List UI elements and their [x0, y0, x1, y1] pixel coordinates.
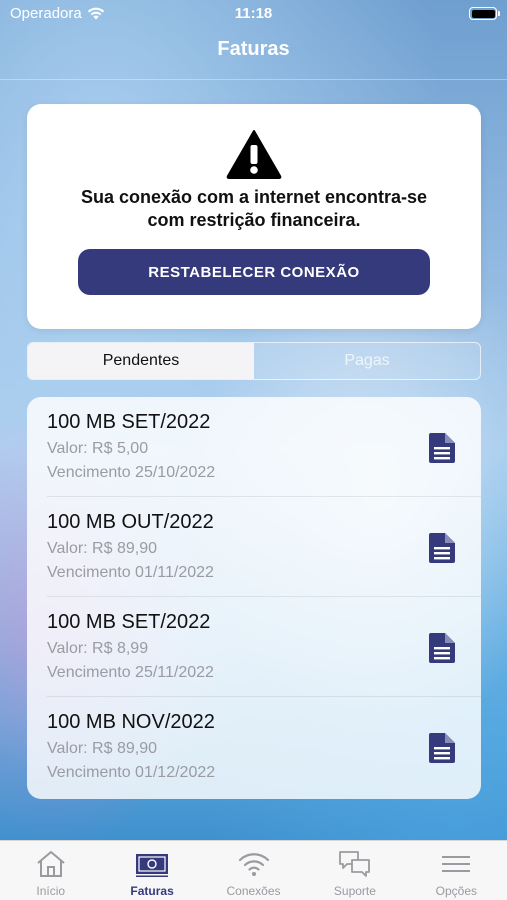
invoice-value: Valor: R$ 89,90	[47, 540, 157, 557]
invoice-value: Valor: R$ 89,90	[47, 740, 157, 757]
invoice-title: 100 MB NOV/2022	[47, 711, 215, 733]
tab-opcoes[interactable]: Opções	[406, 841, 507, 900]
tab-label: Início	[36, 884, 66, 898]
nav-divider	[0, 79, 507, 80]
status-bar: Operadora 11:18	[0, 0, 507, 30]
chat-icon	[339, 851, 370, 877]
segment-pending[interactable]: Pendentes	[28, 343, 254, 379]
tab-label: Faturas	[130, 884, 174, 898]
page-title: Faturas	[217, 38, 290, 60]
home-icon	[37, 851, 65, 877]
status-time: 11:18	[234, 5, 273, 22]
segment-paid[interactable]: Pagas	[254, 343, 480, 379]
invoice-title: 100 MB OUT/2022	[47, 511, 214, 533]
wifi-icon	[238, 853, 269, 876]
invoice-due-date: Vencimento 01/11/2022	[47, 564, 214, 581]
document-icon[interactable]	[427, 633, 455, 663]
tab-label: Suporte	[333, 884, 376, 898]
invoice-due-date: Vencimento 25/11/2022	[47, 664, 214, 681]
tab-conexoes[interactable]: Conexões	[203, 841, 304, 900]
tab-label: Conexões	[226, 884, 281, 898]
document-icon[interactable]	[427, 433, 455, 463]
invoice-icon	[136, 854, 169, 877]
invoice-row[interactable]: 100 MB NOV/2022 Valor: R$ 89,90 Vencimen…	[27, 697, 481, 797]
document-icon[interactable]	[427, 533, 455, 563]
tab-suporte[interactable]: Suporte	[304, 841, 405, 900]
invoice-row[interactable]: 100 MB SET/2022 Valor: R$ 5,00 Venciment…	[27, 397, 481, 497]
invoice-value: Valor: R$ 5,00	[47, 440, 149, 457]
warning-icon	[226, 130, 282, 179]
menu-icon	[442, 856, 471, 872]
bottom-tab-bar: Início Faturas Conexões Suporte Opções	[0, 840, 507, 900]
tab-faturas[interactable]: Faturas	[101, 841, 202, 900]
invoice-value: Valor: R$ 8,99	[47, 640, 149, 657]
tab-label: Opções	[435, 884, 477, 898]
restriction-message-line2: com restrição financeira.	[147, 210, 361, 230]
restriction-message: Sua conexão com a internet encontra-se c…	[27, 186, 481, 232]
invoice-row[interactable]: 100 MB SET/2022 Valor: R$ 8,99 Venciment…	[27, 597, 481, 697]
document-icon[interactable]	[427, 733, 455, 763]
invoice-status-segmented-control: Pendentes Pagas	[27, 342, 481, 380]
invoice-due-date: Vencimento 01/12/2022	[47, 764, 216, 781]
invoice-due-date: Vencimento 25/10/2022	[47, 464, 216, 481]
invoice-row[interactable]: 100 MB OUT/2022 Valor: R$ 89,90 Vencimen…	[27, 497, 481, 597]
restore-connection-button[interactable]: RESTABELECER CONEXÃO	[78, 249, 430, 295]
restriction-alert-card: Sua conexão com a internet encontra-se c…	[27, 104, 481, 329]
restriction-message-line1: Sua conexão com a internet encontra-se	[80, 187, 428, 207]
invoice-list: 100 MB SET/2022 Valor: R$ 5,00 Venciment…	[27, 397, 481, 799]
tab-inicio[interactable]: Início	[0, 841, 101, 900]
invoice-title: 100 MB SET/2022	[47, 411, 211, 433]
invoice-title: 100 MB SET/2022	[47, 611, 211, 633]
battery-icon	[469, 7, 500, 20]
